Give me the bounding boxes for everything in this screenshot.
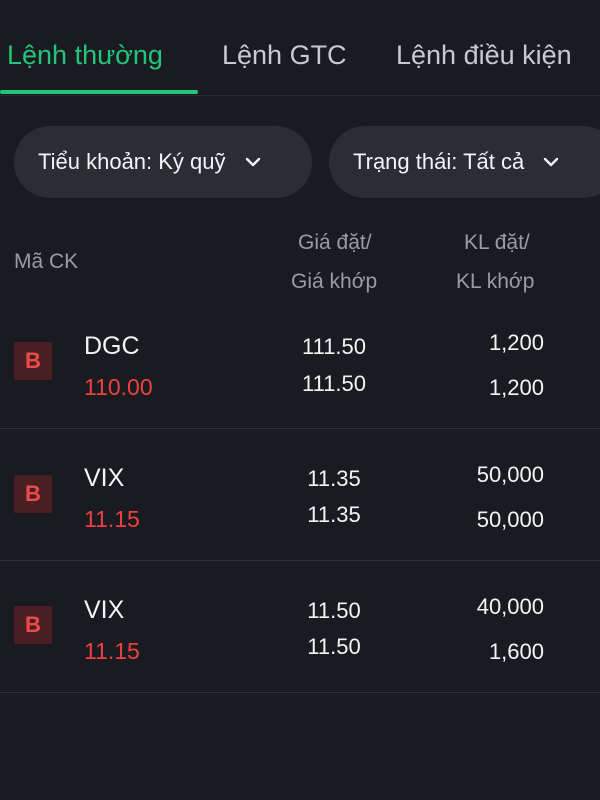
matched-price: 11.50 [307, 634, 361, 659]
buy-side-badge: B [14, 475, 52, 513]
tab-gtc-orders[interactable]: Lệnh GTC [222, 40, 347, 71]
active-tab-indicator [0, 90, 198, 94]
chevron-down-icon [242, 151, 264, 173]
matched-price: 11.35 [307, 502, 361, 527]
column-header-symbol: Mã CK [14, 250, 79, 273]
order-price: 11.50 [307, 598, 361, 623]
order-row[interactable]: B DGC 110.00 111.50 111.50 1,200 1,200 [0, 296, 600, 429]
status-filter-dropdown[interactable]: Trạng thái: Tất cả [329, 126, 600, 198]
matched-quantity: 1,600 [488, 639, 544, 664]
matched-quantity: 50,000 [476, 507, 544, 532]
order-quantity: 40,000 [476, 594, 544, 619]
stock-symbol: DGC [84, 332, 140, 360]
status-filter-label: Trạng thái: Tất cả [353, 149, 525, 174]
account-filter-dropdown[interactable]: Tiểu khoản: Ký quỹ [14, 126, 312, 198]
tab-normal-orders[interactable]: Lệnh thường [7, 40, 163, 71]
column-header-order-price: Giá đặt/ [298, 231, 372, 254]
reference-price: 110.00 [84, 374, 153, 400]
order-type-tabs: Lệnh thường Lệnh GTC Lệnh điều kiện [0, 0, 600, 96]
orders-screen: Lệnh thường Lệnh GTC Lệnh điều kiện Tiểu… [0, 0, 600, 800]
buy-side-badge: B [14, 606, 52, 644]
account-filter-label: Tiểu khoản: Ký quỹ [38, 149, 226, 174]
order-price: 11.35 [307, 466, 361, 491]
order-row[interactable]: B VIX 11.15 11.50 11.50 40,000 1,600 [0, 560, 600, 693]
order-price: 111.50 [301, 334, 367, 359]
order-row[interactable]: B VIX 11.15 11.35 11.35 50,000 50,000 [0, 428, 600, 561]
stock-symbol: VIX [84, 464, 125, 492]
order-quantity: 50,000 [476, 462, 544, 487]
matched-price: 111.50 [301, 371, 367, 396]
column-header-order-qty: KL đặt/ [464, 231, 530, 254]
reference-price: 11.15 [84, 638, 140, 664]
buy-side-badge: B [14, 342, 52, 380]
reference-price: 11.15 [84, 506, 140, 532]
tab-conditional-orders[interactable]: Lệnh điều kiện [396, 40, 572, 71]
order-quantity: 1,200 [488, 330, 544, 355]
chevron-down-icon [540, 151, 562, 173]
matched-quantity: 1,200 [488, 375, 544, 400]
stock-symbol: VIX [84, 596, 125, 624]
